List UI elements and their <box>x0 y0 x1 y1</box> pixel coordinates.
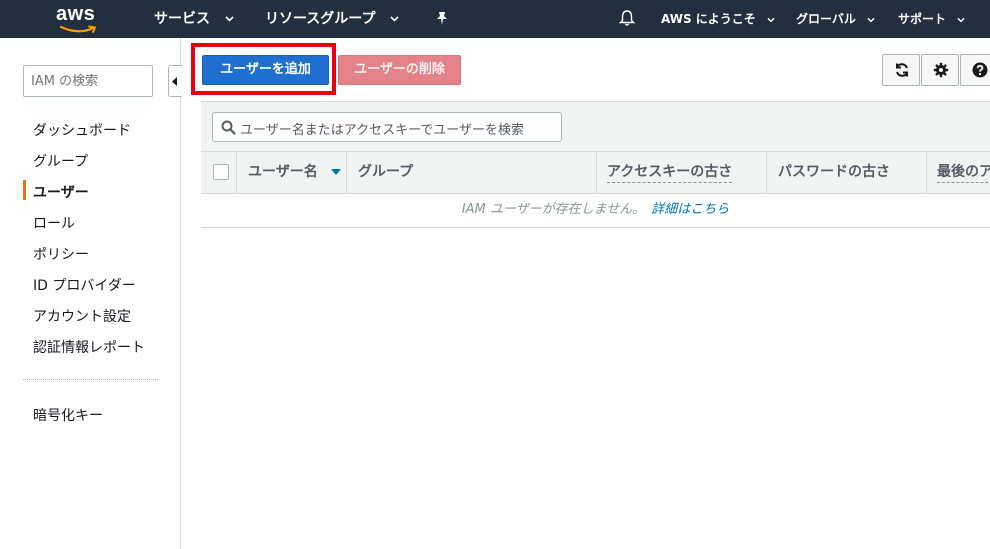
column-divider <box>926 152 927 193</box>
support-menu[interactable]: サポート <box>898 0 965 38</box>
gear-icon <box>933 62 949 78</box>
collapse-left-icon <box>172 77 177 86</box>
caret-down-icon <box>767 17 775 22</box>
users-table-header: ユーザー名 グループ アクセスキーの古さ パスワードの古さ 最後のア <box>201 151 990 194</box>
sidebar-item-identity-providers[interactable]: ID プロバイダー <box>33 275 136 295</box>
sidebar-item-dashboard[interactable]: ダッシュボード <box>33 120 131 140</box>
search-icon <box>221 120 236 135</box>
pin-icon[interactable] <box>436 11 448 26</box>
column-divider <box>596 152 597 193</box>
services-menu[interactable]: サービス <box>154 0 234 38</box>
column-divider <box>236 152 237 193</box>
select-all-checkbox[interactable] <box>213 164 229 180</box>
column-header-username[interactable]: ユーザー名 <box>248 152 341 193</box>
column-header-password-age[interactable]: パスワードの古さ <box>778 152 890 193</box>
help-button[interactable] <box>960 54 990 86</box>
settings-button[interactable] <box>921 54 959 86</box>
column-label-last-activity: 最後のア <box>937 164 990 183</box>
bell-icon[interactable] <box>619 9 635 27</box>
services-label: サービス <box>154 11 210 27</box>
refresh-icon <box>896 63 908 77</box>
aws-logo-text: aws <box>56 3 96 25</box>
sidebar-item-account-settings[interactable]: アカウント設定 <box>33 306 131 326</box>
caret-down-icon <box>957 17 965 22</box>
region-menu[interactable]: グローバル <box>796 0 875 38</box>
column-divider <box>346 152 347 193</box>
support-label: サポート <box>898 12 947 26</box>
sidebar-collapse-toggle[interactable] <box>168 65 182 97</box>
active-indicator <box>23 180 26 200</box>
account-label: AWS にようこそ <box>661 12 756 26</box>
resource-groups-label: リソースグループ <box>265 11 376 27</box>
sidebar-divider <box>23 379 158 380</box>
refresh-button[interactable] <box>882 54 920 86</box>
user-search-placeholder: ユーザー名またはアクセスキーでユーザーを検索 <box>240 123 525 138</box>
add-user-button[interactable]: ユーザーを追加 <box>202 55 329 85</box>
column-label-access-key-age: アクセスキーの古さ <box>607 164 733 183</box>
iam-search-input[interactable] <box>23 65 153 97</box>
column-divider <box>766 152 767 193</box>
delete-user-button[interactable]: ユーザーの削除 <box>338 55 461 85</box>
caret-down-icon <box>867 17 875 22</box>
user-search-input[interactable]: ユーザー名またはアクセスキーでユーザーを検索 <box>212 112 562 142</box>
caret-down-icon <box>225 16 234 22</box>
caret-down-icon <box>390 16 399 22</box>
account-menu[interactable]: AWS にようこそ <box>661 0 775 38</box>
sidebar-item-groups[interactable]: グループ <box>33 151 88 171</box>
learn-more-link[interactable]: 詳細はこちら <box>651 202 729 217</box>
column-header-access-key-age[interactable]: アクセスキーの古さ <box>607 152 733 193</box>
filter-panel: ユーザー名またはアクセスキーでユーザーを検索 <box>201 101 990 151</box>
column-header-groups[interactable]: グループ <box>358 152 413 193</box>
sort-down-icon <box>330 169 341 175</box>
sidebar-item-credential-report[interactable]: 認証情報レポート <box>33 337 145 357</box>
sidebar-item-encryption-keys[interactable]: 暗号化キー <box>33 405 103 425</box>
column-header-last-activity[interactable]: 最後のア <box>937 152 990 193</box>
empty-state-message: IAM ユーザーが存在しません。 <box>461 202 646 217</box>
sidebar-item-policies[interactable]: ポリシー <box>33 244 89 264</box>
sidebar: ダッシュボード グループ ユーザー ロール ポリシー ID プロバイダー アカウ… <box>0 38 182 549</box>
help-icon <box>972 62 988 78</box>
region-label: グローバル <box>796 12 856 26</box>
top-navigation: aws サービス リソースグループ AWS にようこそ グローバル サポート <box>0 0 990 38</box>
sidebar-item-roles[interactable]: ロール <box>33 213 75 233</box>
aws-logo[interactable]: aws <box>56 3 102 33</box>
empty-state-row: IAM ユーザーが存在しません。 詳細はこちら <box>201 194 990 228</box>
resource-groups-menu[interactable]: リソースグループ <box>265 0 399 38</box>
sidebar-item-users[interactable]: ユーザー <box>33 182 89 202</box>
column-label-username: ユーザー名 <box>248 164 318 180</box>
aws-smile-icon <box>59 25 97 33</box>
